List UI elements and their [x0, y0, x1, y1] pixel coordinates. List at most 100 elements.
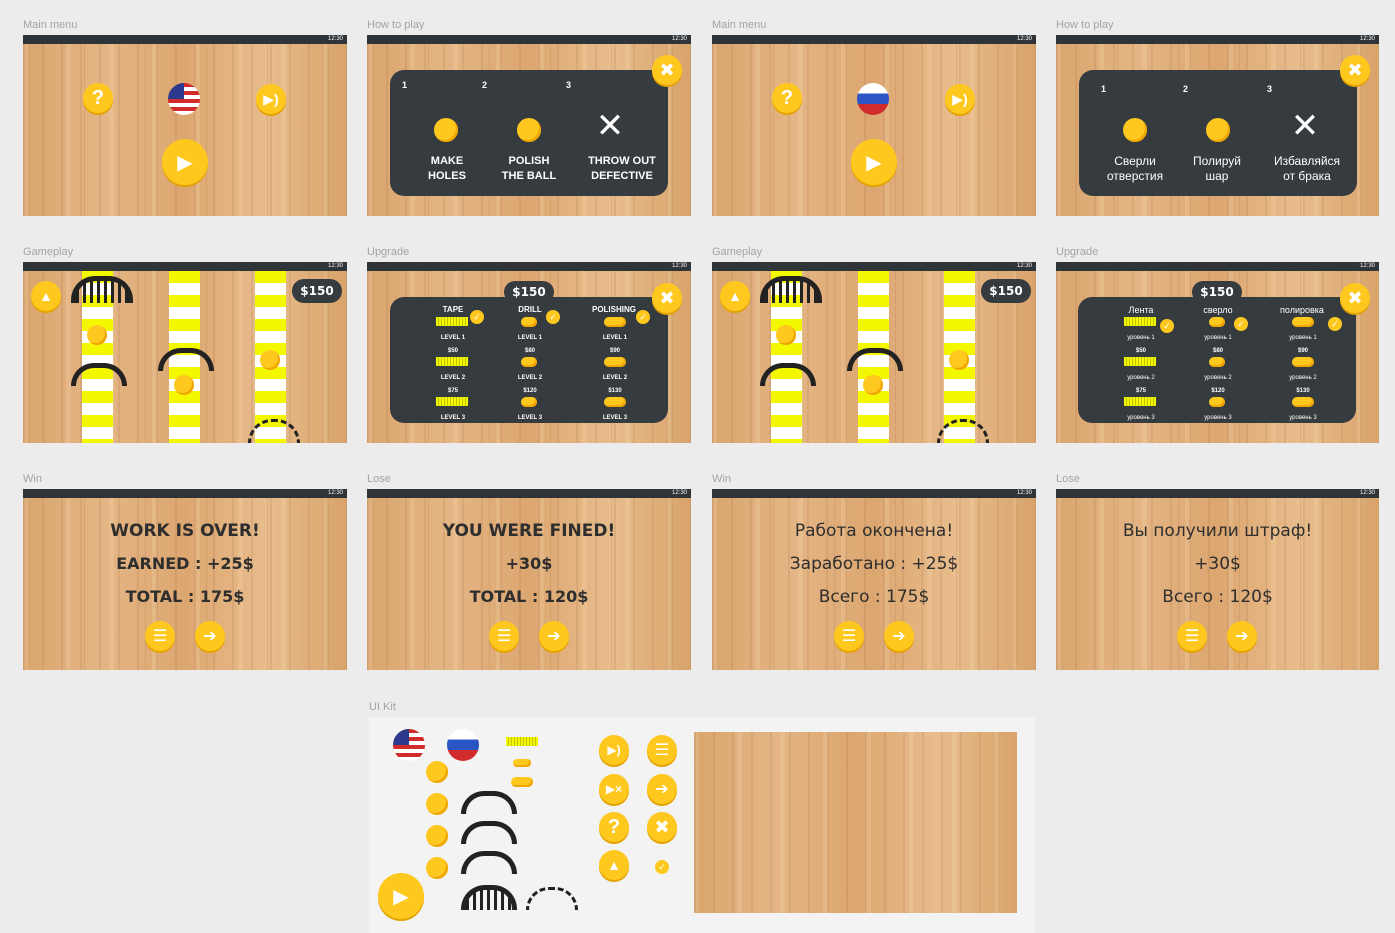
upgrade-panel: TAPE DRILL POLISHING ✓ LEVEL 1 $50 LEVEL… [390, 297, 668, 423]
status-bar: 12:30 [23, 262, 347, 271]
ball-icon[interactable] [776, 325, 796, 345]
how-to-play-panel: 1 2 3 ✕ MAKE HOLES POLISH THE BALL THROW… [390, 70, 668, 196]
status-bar: 12:30 [1056, 35, 1379, 44]
ball-icon[interactable] [260, 350, 280, 370]
screen-lose-en: 12:30 YOU WERE FINED! +30$ TOTAL : 120$ … [367, 489, 691, 670]
help-button[interactable]: ? [772, 83, 802, 113]
next-button[interactable]: ➔ [539, 621, 569, 651]
drill-level-2-icon[interactable] [521, 357, 537, 367]
tape-level-2-icon[interactable] [436, 357, 468, 366]
ball-icon[interactable] [87, 325, 107, 345]
artboard-label-lose: Lose [367, 473, 391, 485]
drill-level-2-icon[interactable] [1209, 357, 1225, 367]
sound-button[interactable]: ▶) [256, 84, 286, 114]
speaker-icon: ▶) [263, 90, 279, 107]
menu-button[interactable]: ☰ [834, 621, 864, 651]
drill-column-title: сверло [1203, 305, 1233, 315]
arrow-right-icon: ➔ [892, 628, 906, 645]
sound-button[interactable]: ▶) [945, 84, 975, 114]
play-button[interactable]: ▶ [162, 139, 208, 185]
drill-machine-icon [461, 791, 517, 814]
tape-level-1: LEVEL 1 [440, 335, 466, 341]
tape-level-3-icon[interactable] [1124, 397, 1156, 406]
wood-texture-sample [694, 732, 1017, 913]
stamp-machine-icon [461, 885, 517, 910]
ball-icon [1123, 118, 1147, 142]
play-icon: ▶ [177, 151, 193, 174]
polish-level-2-icon[interactable] [604, 357, 626, 367]
ball-icon[interactable] [174, 375, 194, 395]
screen-how-to-play-en: 12:30 1 2 3 ✕ MAKE HOLES POLISH THE BALL… [367, 35, 691, 216]
speaker-icon: ▶) [952, 90, 968, 107]
polish-level-3-icon[interactable] [604, 397, 626, 407]
drill-level-3-icon[interactable] [1209, 397, 1225, 407]
next-button[interactable]: ➔ [195, 621, 225, 651]
polish-pad-icon [511, 777, 533, 787]
tape-level-2: LEVEL 2 [440, 375, 466, 381]
ball-icon [1206, 118, 1230, 142]
step-number-1: 1 [402, 80, 408, 90]
drill-level-2: LEVEL 2 [517, 375, 543, 381]
tape-icon [506, 737, 538, 746]
menu-button[interactable]: ☰ [489, 621, 519, 651]
polish-level-3-icon[interactable] [1292, 397, 1314, 407]
polish-level-1: уровень 1 [1289, 335, 1317, 341]
drill-level-3-icon[interactable] [521, 397, 537, 407]
drill-price-3: $120 [1211, 388, 1225, 394]
sound-off-icon: ▶× [599, 774, 629, 804]
polish-level-1: LEVEL 1 [602, 335, 628, 341]
cross-icon: ✕ [595, 107, 625, 145]
play-icon: ▶ [866, 151, 882, 174]
step2-label: Полируй шар [1193, 154, 1241, 183]
total-text: TOTAL : 120$ [469, 587, 589, 606]
wood-background [712, 44, 1036, 216]
screen-upgrade-en: 12:30 TAPE DRILL POLISHING ✓ LEVEL 1 $50… [367, 262, 691, 443]
close-icon: ✖ [1347, 59, 1363, 80]
drill-price-2: $80 [524, 348, 535, 354]
tape-column-title: Лента [1128, 305, 1154, 315]
sound-on-icon: ▶) [599, 735, 629, 765]
help-button[interactable]: ? [83, 83, 113, 113]
money-counter: $150 [981, 279, 1031, 303]
close-button[interactable]: ✖ [652, 283, 682, 313]
next-button[interactable]: ➔ [1227, 621, 1257, 651]
check-icon: ✓ [636, 310, 650, 324]
status-time: 12:30 [327, 36, 343, 42]
status-time: 12:30 [1016, 36, 1032, 42]
check-icon: ✓ [470, 310, 484, 324]
screen-gameplay-ru: 12:30 ▲ $150 [712, 262, 1036, 443]
menu-button[interactable]: ☰ [145, 621, 175, 651]
polish-level-2: уровень 2 [1289, 375, 1317, 381]
russia-flag-icon [447, 729, 479, 761]
close-button[interactable]: ✖ [1340, 55, 1370, 85]
close-button[interactable]: ✖ [1340, 283, 1370, 313]
arrow-right-icon: ➔ [203, 628, 217, 645]
status-bar: 12:30 [712, 489, 1036, 498]
artboard-label-upgrade-ru: Upgrade [1056, 246, 1099, 258]
drill-level-1: LEVEL 1 [517, 335, 543, 341]
upgrade-button[interactable]: ▲ [720, 281, 750, 311]
ball-icon[interactable] [863, 375, 883, 395]
us-flag-icon [393, 729, 425, 761]
tape-level-2-icon[interactable] [1124, 357, 1156, 366]
polish-level-2-icon[interactable] [1292, 357, 1314, 367]
close-button[interactable]: ✖ [652, 55, 682, 85]
artboard-label-win: Win [23, 473, 42, 485]
step-number-1: 1 [1101, 84, 1107, 94]
tape-level-3-icon[interactable] [436, 397, 468, 406]
upgrade-button[interactable]: ▲ [31, 281, 61, 311]
help-icon: ? [599, 812, 629, 842]
next-button[interactable]: ➔ [884, 621, 914, 651]
russia-flag-icon[interactable] [857, 83, 889, 115]
polish-price-2: $90 [609, 348, 620, 354]
play-button: ▶ [378, 873, 424, 919]
ball-icon[interactable] [949, 350, 969, 370]
polish-level-1-icon [1292, 317, 1314, 327]
us-flag-icon[interactable] [168, 83, 200, 115]
play-button[interactable]: ▶ [851, 139, 897, 185]
win-title: WORK IS OVER! [110, 521, 260, 541]
menu-button[interactable]: ☰ [1177, 621, 1207, 651]
close-icon: ✖ [1347, 287, 1363, 308]
close-icon: ✖ [659, 287, 675, 308]
stamp-machine-icon [71, 276, 133, 303]
